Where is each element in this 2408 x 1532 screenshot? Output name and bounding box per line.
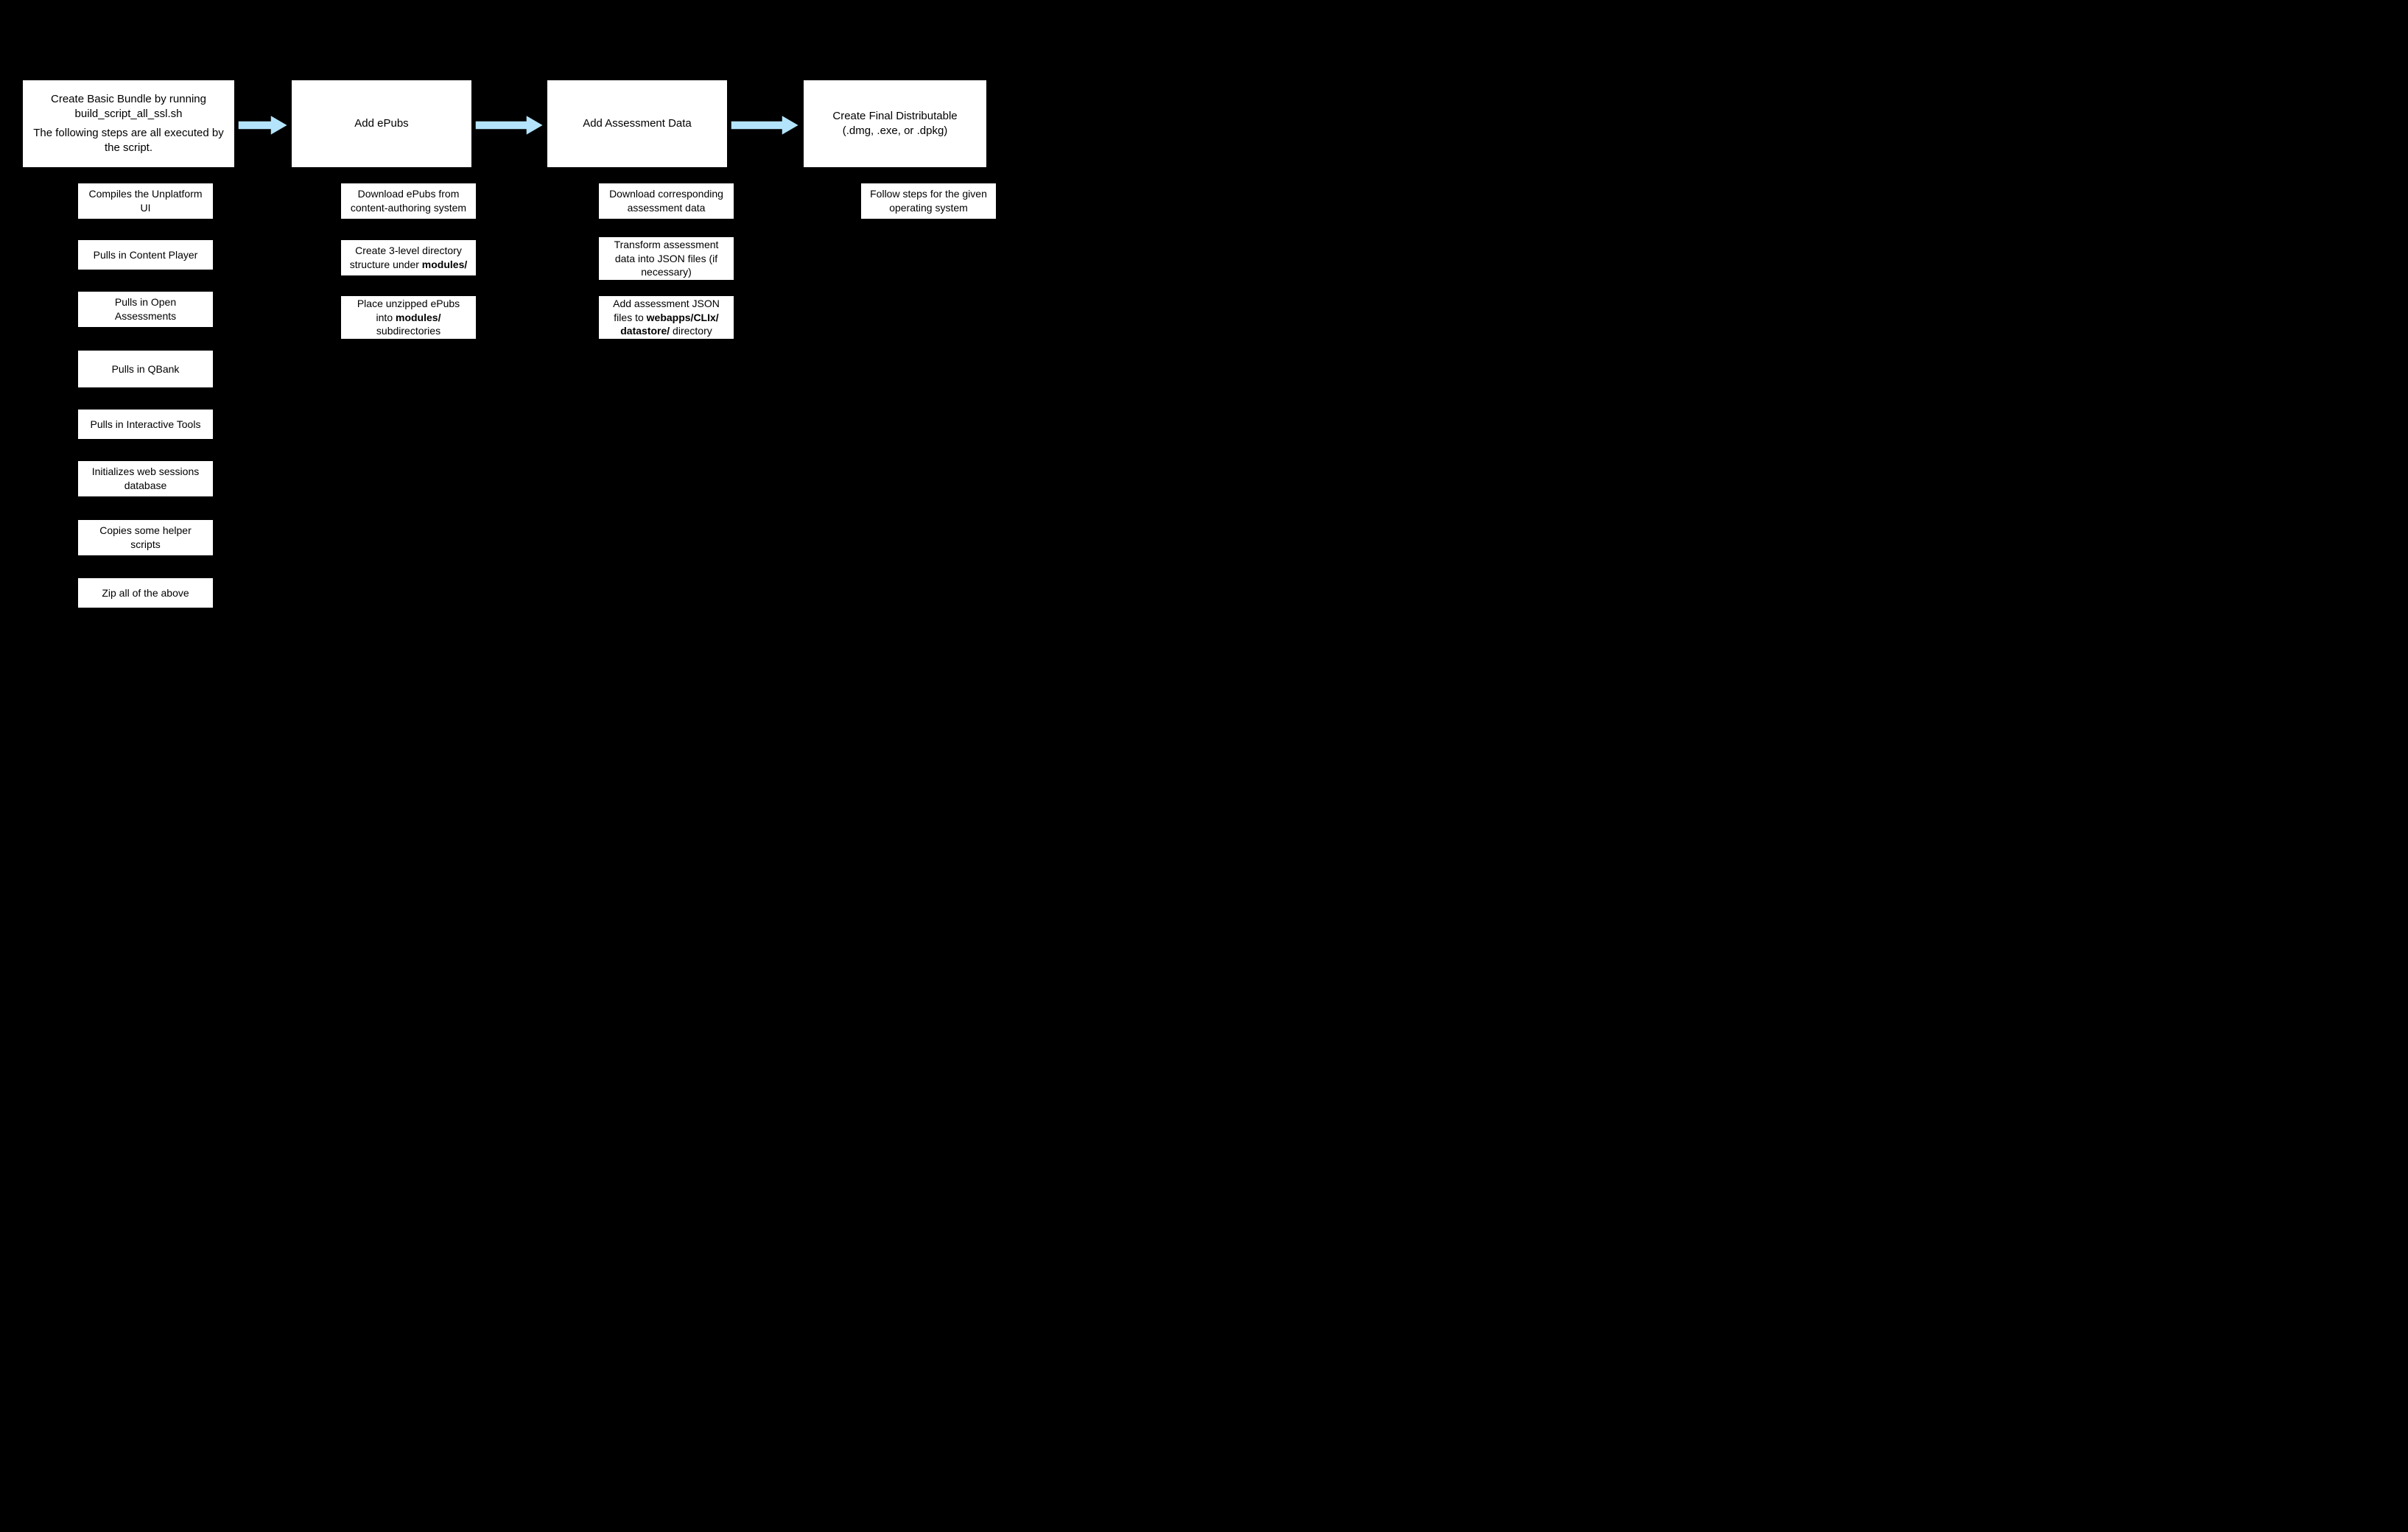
substep-download-assessment-data: Download corresponding assessment data — [598, 183, 734, 219]
substep-pulls-open-assessments: Pulls in Open Assessments — [77, 291, 214, 328]
arrow-icon — [237, 114, 289, 136]
substep-pulls-qbank: Pulls in QBank — [77, 350, 214, 388]
text: Add ePubs — [354, 117, 408, 130]
text: Initializes web sessions — [92, 465, 200, 477]
text: Compiles the Unplatform — [88, 188, 202, 200]
step-add-epubs: Add ePubs — [291, 80, 472, 168]
text: files to — [614, 312, 646, 323]
text: Zip all of the above — [102, 587, 189, 599]
text: Copies some helper — [99, 524, 192, 536]
text: Create 3-level directory — [355, 245, 462, 256]
text: Download ePubs from — [358, 188, 460, 200]
substep-follow-os-steps: Follow steps for the given operating sys… — [860, 183, 997, 219]
text: Transform assessment — [614, 239, 719, 250]
text: Pulls in Interactive Tools — [91, 418, 201, 430]
text: Create Final Distributable — [832, 110, 957, 122]
text: operating system — [889, 202, 968, 214]
text-bold: modules/ — [396, 312, 440, 323]
text: data into JSON files (if — [615, 253, 717, 264]
substep-add-assessment-json: Add assessment JSON files to webapps/CLI… — [598, 295, 734, 340]
text: assessment data — [628, 202, 706, 214]
step-create-basic-bundle: Create Basic Bundle by running build_scr… — [22, 80, 235, 168]
substep-initializes-web-sessions: Initializes web sessions database — [77, 460, 214, 497]
text: UI — [141, 202, 151, 214]
step-add-assessment-data: Add Assessment Data — [547, 80, 728, 168]
text: Add Assessment Data — [583, 117, 692, 130]
text: into — [376, 312, 396, 323]
arrow-icon — [474, 114, 544, 136]
text: the script. — [105, 141, 152, 154]
substep-compiles-unplatform-ui: Compiles the Unplatform UI — [77, 183, 214, 219]
text: Assessments — [115, 310, 176, 322]
substep-pulls-content-player: Pulls in Content Player — [77, 239, 214, 270]
text: subdirectories — [376, 325, 440, 337]
text: database — [124, 479, 167, 491]
text-bold: webapps/CLIx/ — [647, 312, 719, 323]
diagram-canvas: Create Basic Bundle by running build_scr… — [0, 0, 1149, 729]
text: The following steps are all executed by — [33, 127, 223, 139]
text: Follow steps for the given — [870, 188, 987, 200]
text: content-authoring system — [351, 202, 466, 214]
substep-copies-helper-scripts: Copies some helper scripts — [77, 519, 214, 556]
text: structure under — [350, 259, 422, 270]
text: build_script_all_ssl.sh — [75, 108, 183, 120]
text-bold: datastore/ — [620, 325, 670, 337]
text: Pulls in Content Player — [94, 249, 198, 261]
substep-transform-assessment-data: Transform assessment data into JSON file… — [598, 236, 734, 281]
text: Pulls in QBank — [112, 363, 180, 375]
substep-pulls-interactive-tools: Pulls in Interactive Tools — [77, 409, 214, 440]
text: directory — [670, 325, 712, 337]
substep-place-unzipped-epubs: Place unzipped ePubs into modules/ subdi… — [340, 295, 477, 340]
text: scripts — [130, 538, 160, 550]
text: (.dmg, .exe, or .dpkg) — [843, 124, 948, 137]
text: Pulls in Open — [115, 296, 176, 308]
text: Place unzipped ePubs — [357, 298, 460, 309]
text: Download corresponding — [609, 188, 723, 200]
arrow-icon — [730, 114, 800, 136]
text: Create Basic Bundle by running — [51, 93, 206, 105]
substep-download-epubs: Download ePubs from content-authoring sy… — [340, 183, 477, 219]
text: necessary) — [641, 266, 691, 278]
step-create-final-distributable: Create Final Distributable (.dmg, .exe, … — [803, 80, 987, 168]
text-bold: modules/ — [422, 259, 467, 270]
substep-create-directory-structure: Create 3-level directory structure under… — [340, 239, 477, 276]
text: Add assessment JSON — [613, 298, 720, 309]
substep-zip-all: Zip all of the above — [77, 577, 214, 608]
